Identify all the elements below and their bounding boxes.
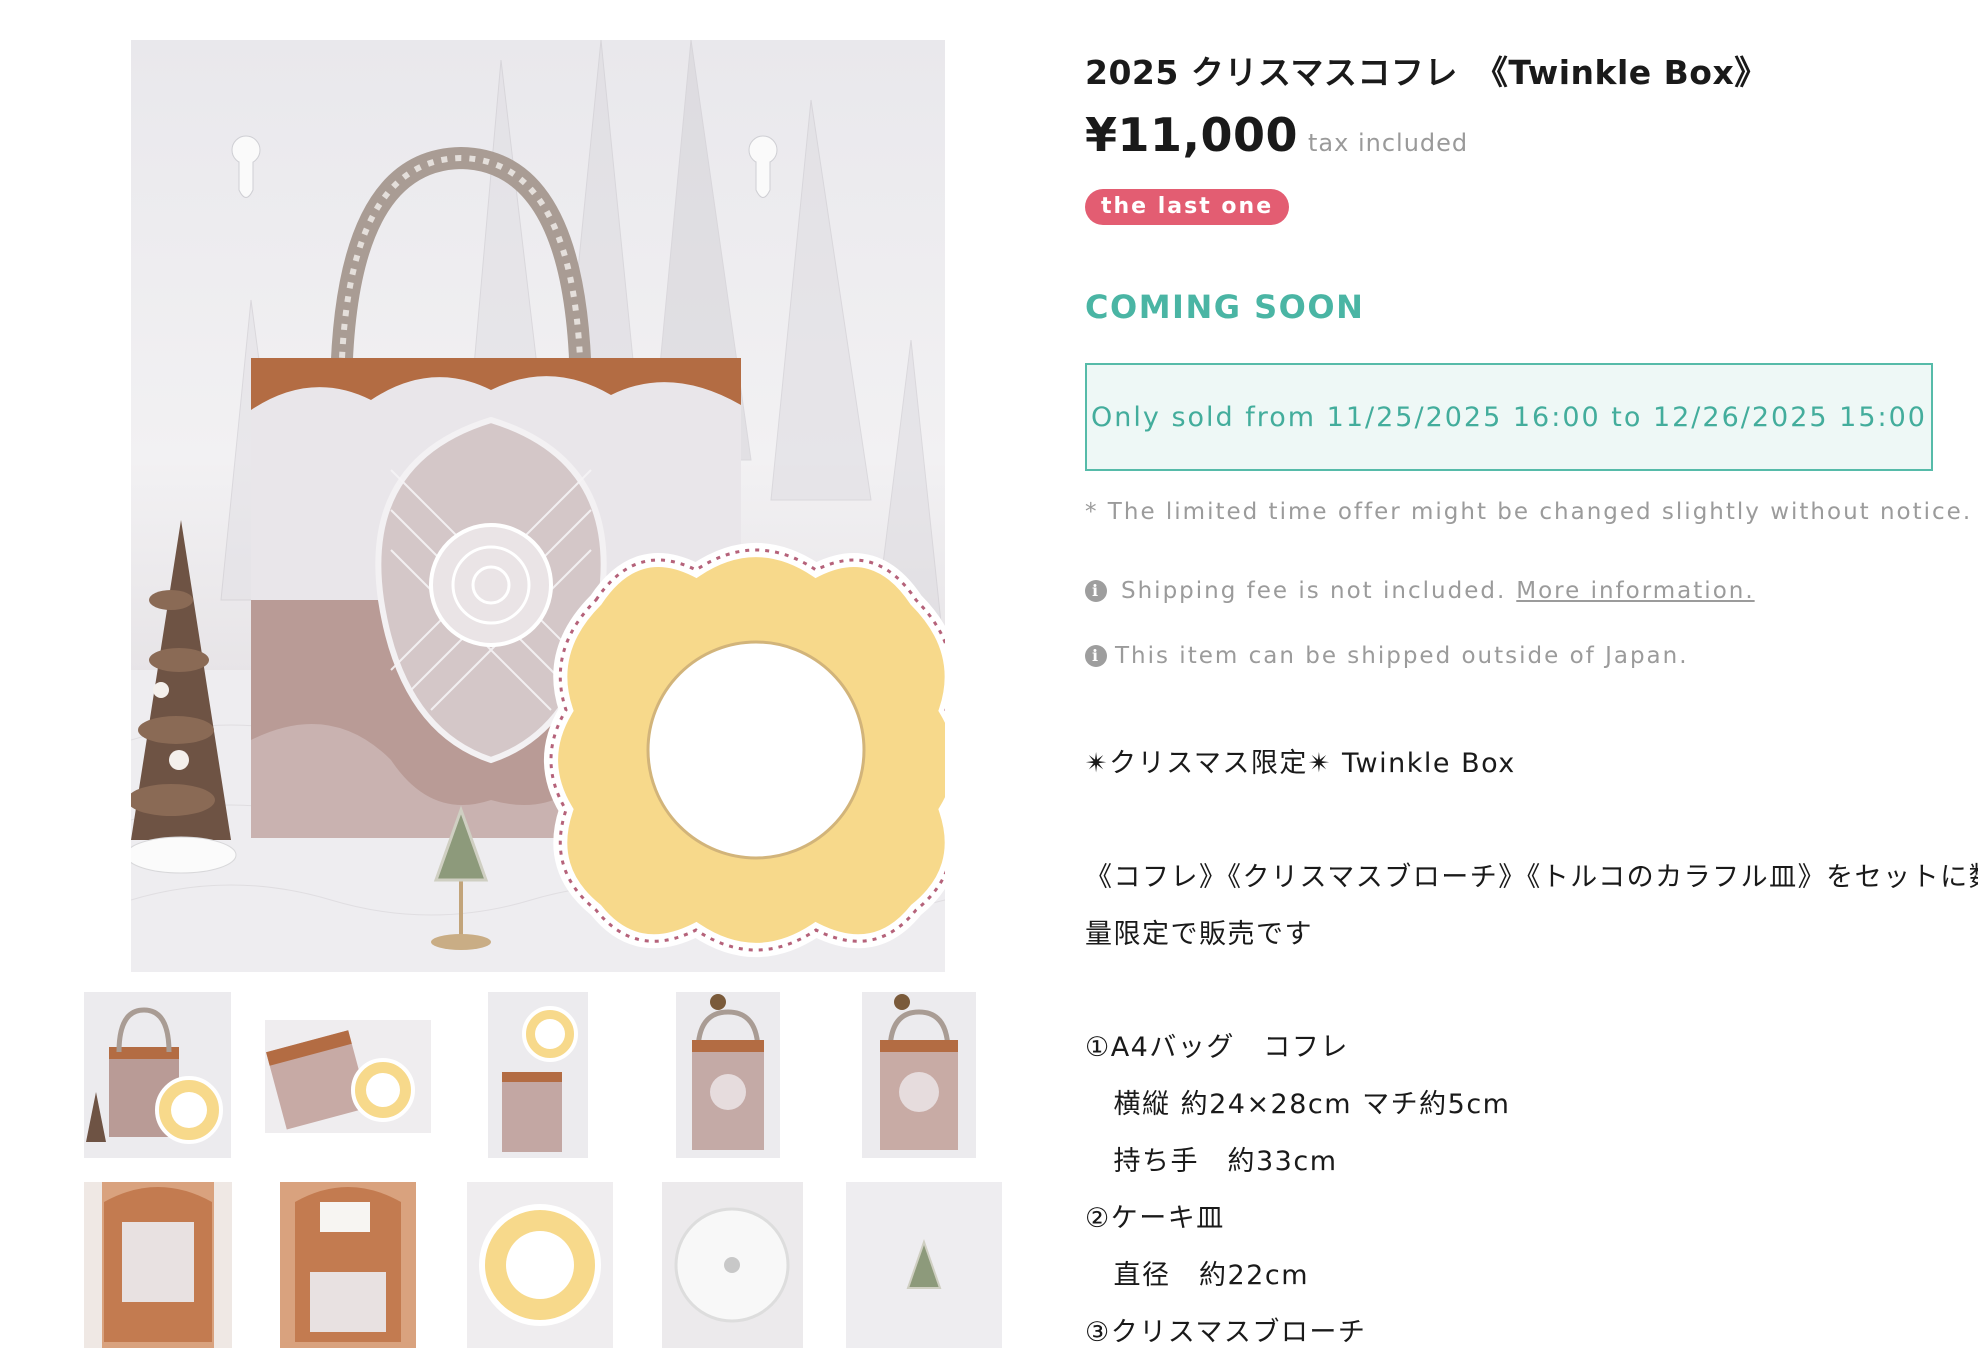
description-line: 《コフレ》《クリスマスブローチ》《トルコのカラフル皿》をセットに数 <box>1085 862 1978 893</box>
price-row: ¥11,000 tax included <box>1085 108 1468 162</box>
info-icon: i <box>1085 580 1107 602</box>
more-information-link[interactable]: More information. <box>1516 578 1754 604</box>
thumbnail-4[interactable] <box>676 992 780 1158</box>
overseas-note: This item can be shipped outside of Japa… <box>1115 643 1689 669</box>
stock-badge: the last one <box>1085 189 1290 225</box>
thumbnail-9[interactable] <box>662 1182 803 1348</box>
thumbnail-3[interactable] <box>488 992 588 1158</box>
thumbnail-8[interactable] <box>467 1182 613 1348</box>
description-line: 直径 約22cm <box>1085 1260 1310 1291</box>
overseas-info: i This item can be shipped outside of Ja… <box>1085 643 1689 669</box>
thumbnail-7[interactable] <box>280 1182 416 1348</box>
description-line: ②ケーキ皿 <box>1085 1203 1225 1234</box>
main-product-image[interactable] <box>131 40 945 972</box>
product-price: ¥11,000 <box>1085 108 1299 162</box>
shipping-note: Shipping fee is not included. <box>1121 578 1507 604</box>
description-line: 持ち手 約33cm <box>1085 1146 1338 1177</box>
thumbnail-6[interactable] <box>84 1182 232 1348</box>
info-icon: i <box>1085 645 1107 667</box>
shipping-info: i Shipping fee is not included. More inf… <box>1085 578 1755 604</box>
sale-period-text: Only sold from 11/25/2025 16:00 to 12/26… <box>1091 401 1927 433</box>
limited-offer-notice: * The limited time offer might be change… <box>1085 499 1973 525</box>
thumbnail-1[interactable] <box>84 992 231 1158</box>
description-line: ③クリスマスブローチ <box>1085 1317 1367 1348</box>
description-line: 横縦 約24×28cm マチ約5cm <box>1085 1089 1511 1120</box>
status-label: COMING SOON <box>1085 288 1365 326</box>
thumbnail-10[interactable] <box>846 1182 1002 1348</box>
description-line: 量限定で販売です <box>1085 919 1313 950</box>
sale-period-box: Only sold from 11/25/2025 16:00 to 12/26… <box>1085 363 1933 471</box>
description-line: ①A4バッグ コフレ <box>1085 1032 1349 1063</box>
description-line: ✴クリスマス限定✴ Twinkle Box <box>1085 748 1516 779</box>
thumbnail-5[interactable] <box>862 992 976 1158</box>
tax-note: tax included <box>1308 129 1469 157</box>
product-title: 2025 クリスマスコフレ 《Twinkle Box》 <box>1085 53 1768 92</box>
thumbnail-2[interactable] <box>265 1020 431 1133</box>
